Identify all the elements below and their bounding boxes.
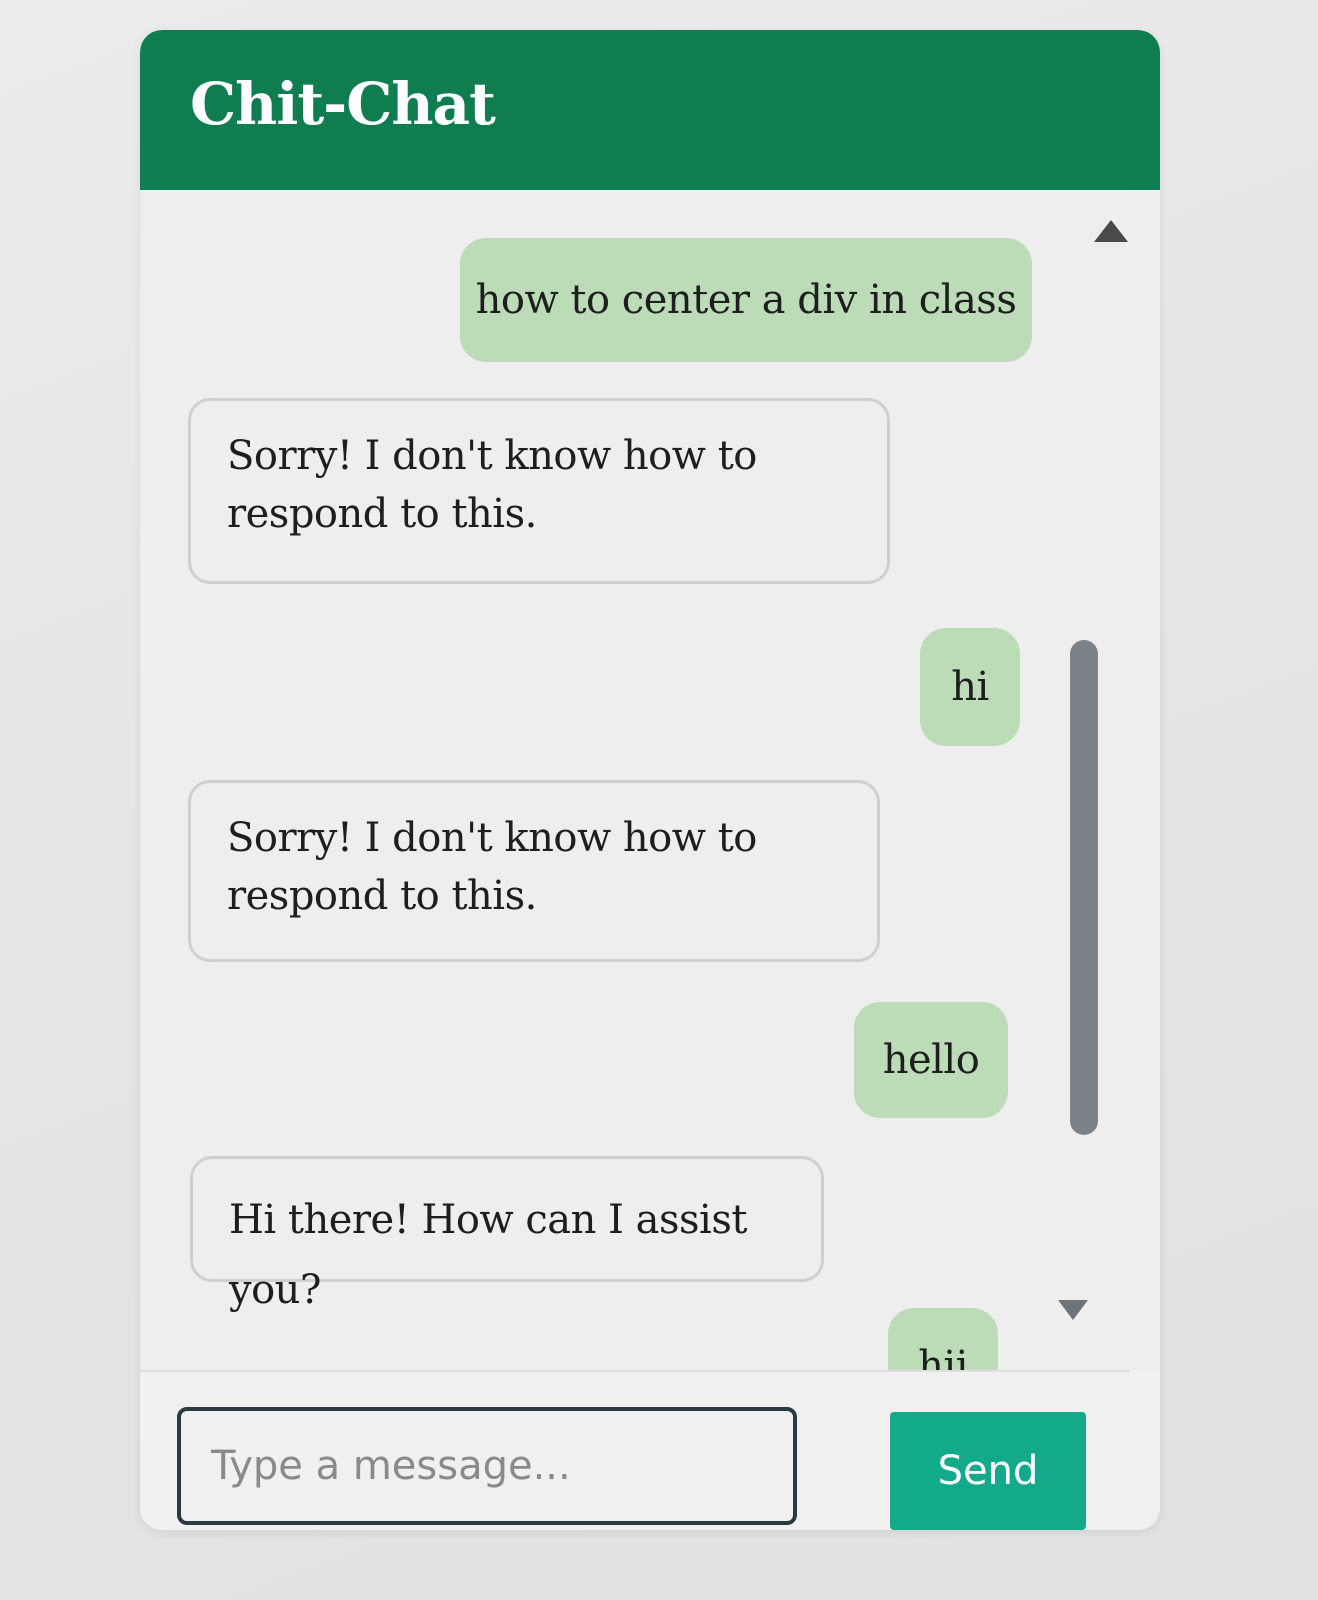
message-input[interactable]	[177, 1407, 797, 1525]
message-list[interactable]: how to center a div in class Sorry! I do…	[140, 190, 1130, 1372]
composer-bar: Send	[140, 1372, 1160, 1530]
chat-window: Chit-Chat how to center a div in class S…	[140, 30, 1160, 1530]
user-message: hii	[888, 1308, 998, 1370]
send-button[interactable]: Send	[890, 1412, 1086, 1530]
chat-title: Chit-Chat	[190, 70, 496, 138]
chat-header: Chit-Chat	[140, 30, 1160, 190]
bot-message: Sorry! I don't know how to respond to th…	[188, 398, 890, 584]
bot-message: Hi there! How can I assist you?	[190, 1156, 824, 1313]
user-message: hi	[920, 628, 1020, 746]
bot-message: Sorry! I don't know how to respond to th…	[188, 780, 880, 962]
triangle-up-icon[interactable]	[1094, 220, 1128, 242]
scrollbar[interactable]	[1058, 200, 1128, 1340]
user-message: hello	[854, 1002, 1008, 1118]
triangle-down-icon[interactable]	[1058, 1300, 1088, 1320]
user-message: how to center a div in class	[460, 238, 1032, 362]
scrollbar-thumb[interactable]	[1070, 640, 1098, 1135]
